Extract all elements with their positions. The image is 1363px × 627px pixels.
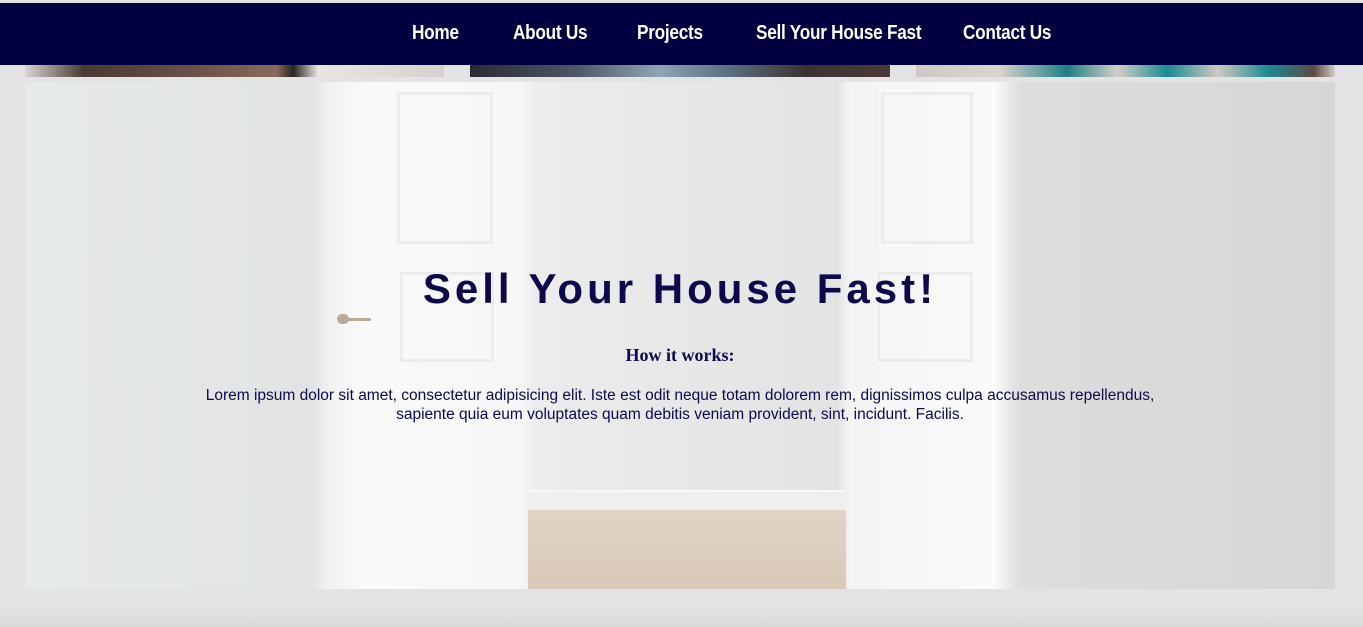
nav-link-contact-us[interactable]: Contact Us <box>963 22 1051 45</box>
nav-link-home[interactable]: Home <box>412 22 459 45</box>
hero-section: Sell Your House Fast! How it works: Lore… <box>25 82 1335 589</box>
footer-band <box>0 598 1363 627</box>
nav-list: Home About Us Projects Sell Your House F… <box>0 3 1363 65</box>
nav-link-about-us[interactable]: About Us <box>513 22 588 45</box>
hero-title: Sell Your House Fast! <box>422 265 938 312</box>
nav-link-sell-your-house-fast[interactable]: Sell Your House Fast <box>756 22 922 45</box>
hero-description: Lorem ipsum dolor sit amet, consectetur … <box>205 387 1155 423</box>
hero-content: Sell Your House Fast! How it works: Lore… <box>25 82 1335 589</box>
navbar: Home About Us Projects Sell Your House F… <box>0 3 1363 65</box>
nav-link-projects[interactable]: Projects <box>637 22 703 45</box>
hero-subtitle: How it works: <box>625 345 735 365</box>
